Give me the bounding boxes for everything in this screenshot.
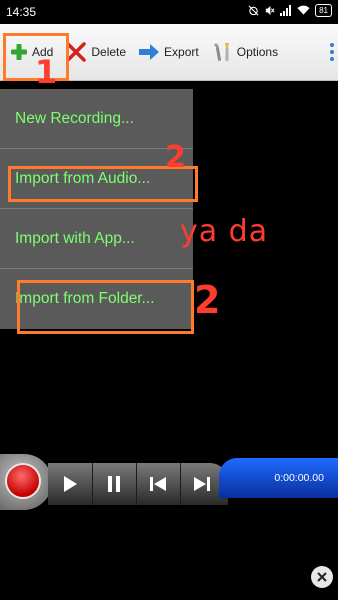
delete-label: Delete bbox=[91, 45, 127, 59]
export-label: Export bbox=[164, 45, 199, 59]
close-icon bbox=[317, 572, 327, 582]
export-button[interactable]: Export bbox=[132, 24, 205, 80]
options-label: Options bbox=[236, 45, 279, 59]
menu-item-label: Import with App... bbox=[15, 229, 135, 247]
wifi-icon bbox=[297, 5, 310, 15]
skip-previous-icon bbox=[150, 477, 166, 491]
time-display: 0:00:00.00 bbox=[219, 458, 338, 498]
delete-button[interactable]: Delete bbox=[59, 24, 132, 80]
menu-item-import-app[interactable]: Import with App... bbox=[0, 209, 193, 269]
options-button[interactable]: Options bbox=[205, 24, 284, 80]
record-button[interactable] bbox=[5, 463, 41, 499]
transport-bar bbox=[48, 463, 228, 505]
alarm-off-icon bbox=[248, 5, 259, 16]
tools-icon bbox=[211, 41, 233, 63]
close-button[interactable] bbox=[311, 566, 333, 588]
arrow-right-icon bbox=[138, 43, 160, 61]
pause-button[interactable] bbox=[92, 463, 137, 505]
status-time: 14:35 bbox=[6, 5, 37, 19]
play-button[interactable] bbox=[48, 463, 93, 505]
signal-icon bbox=[280, 5, 292, 16]
next-button[interactable] bbox=[180, 463, 224, 505]
annotation-note: ya da bbox=[180, 214, 269, 249]
more-vert-icon bbox=[330, 43, 334, 61]
pause-icon bbox=[108, 476, 120, 492]
annotation-step-2b: 2 bbox=[194, 278, 221, 322]
status-bar: 14:35 81 bbox=[0, 0, 338, 24]
overflow-menu-button[interactable] bbox=[324, 24, 338, 80]
highlight-box-import-folder bbox=[17, 280, 194, 334]
previous-button[interactable] bbox=[136, 463, 181, 505]
elapsed-time: 0:00:00.00 bbox=[274, 472, 324, 484]
play-icon bbox=[64, 476, 77, 492]
skip-next-icon bbox=[194, 477, 210, 491]
menu-item-label: New Recording... bbox=[15, 109, 134, 127]
annotation-step-1: 1 bbox=[35, 53, 58, 91]
player-controls: 0:00:00.00 bbox=[0, 452, 338, 512]
annotation-step-2a: 2 bbox=[165, 140, 186, 175]
mute-icon bbox=[265, 5, 275, 16]
status-icons: 81 bbox=[248, 4, 332, 17]
battery-indicator: 81 bbox=[315, 4, 332, 17]
